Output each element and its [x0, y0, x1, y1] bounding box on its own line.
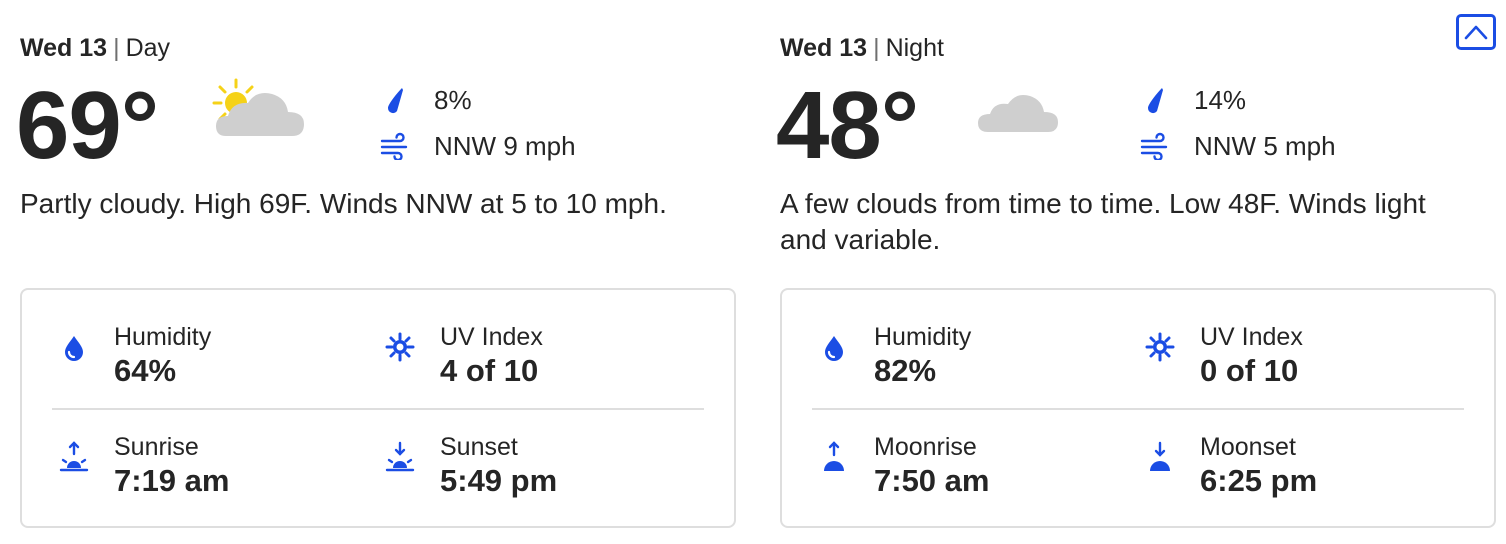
day-panel: Wed 13 | Day 69° 8% NNW 9 mph Partly clo…	[16, 0, 736, 544]
sunrise-icon	[59, 441, 89, 472]
humidity-item: Humidity 82%	[814, 318, 1114, 398]
temperature: 69°	[16, 72, 159, 179]
uv-index-item: UV Index 4 of 10	[380, 318, 680, 398]
uv-index-icon	[1145, 332, 1175, 362]
moonset-value: 6:25 pm	[1200, 463, 1318, 498]
raindrop-icon	[388, 88, 403, 113]
uv-index-item: UV Index 0 of 10	[1140, 318, 1440, 398]
humidity-icon	[825, 336, 843, 361]
humidity-value: 82%	[874, 353, 937, 388]
header-separator: |	[873, 34, 880, 62]
moonset-item: Moonset 6:25 pm	[1140, 428, 1440, 508]
period-label: Day	[125, 34, 171, 62]
forecast-narrative: A few clouds from time to time. Low 48F.…	[780, 188, 1426, 255]
uv-index-label: UV Index	[440, 323, 543, 351]
raindrop-icon	[1148, 88, 1163, 113]
moonrise-icon	[824, 441, 844, 471]
date-label: Wed 13	[780, 34, 868, 62]
moonrise-item: Moonrise 7:50 am	[814, 428, 1114, 508]
details-card: Humidity 82% UV Index 0 of 10 Moonrise 7…	[780, 288, 1496, 528]
day-header: Wed 13 | Day	[20, 32, 170, 64]
humidity-label: Humidity	[874, 323, 972, 351]
wind-value: NNW 5 mph	[1194, 131, 1336, 161]
daypart-details: Wed 13 | Day 69° 8% NNW 9 mph Partly clo…	[0, 0, 1506, 544]
moonset-label: Moonset	[1200, 433, 1296, 461]
uv-index-label: UV Index	[1200, 323, 1303, 351]
sunset-label: Sunset	[440, 433, 518, 461]
humidity-label: Humidity	[114, 323, 212, 351]
moonrise-value: 7:50 am	[874, 463, 990, 498]
details-divider	[812, 408, 1464, 410]
wind-icon	[380, 132, 408, 160]
partly-cloudy-night-icon	[978, 84, 1058, 141]
night-panel: Wed 13 | Night 48° 14% NNW 5 mph A few clo…	[776, 0, 1496, 544]
sunrise-item: Sunrise 7:19 am	[54, 428, 354, 508]
uv-index-value: 4 of 10	[440, 353, 539, 388]
sunset-item: Sunset 5:49 pm	[380, 428, 680, 508]
period-label: Night	[885, 34, 944, 62]
precip-value: 14%	[1194, 85, 1247, 115]
collapse-button[interactable]	[1456, 14, 1496, 50]
sunrise-value: 7:19 am	[114, 463, 230, 498]
partly-cloudy-day-icon	[212, 78, 304, 136]
chevron-up-icon	[1464, 25, 1488, 40]
moonset-icon	[1150, 441, 1170, 471]
header-separator: |	[113, 34, 120, 62]
date-label: Wed 13	[20, 34, 108, 62]
humidity-icon	[65, 336, 83, 361]
night-header: Wed 13 | Night	[780, 32, 944, 64]
temperature: 48°	[776, 72, 919, 179]
wind-value: NNW 9 mph	[434, 131, 576, 161]
humidity-value: 64%	[114, 353, 177, 388]
humidity-item: Humidity 64%	[54, 318, 354, 398]
uv-index-value: 0 of 10	[1200, 353, 1299, 388]
details-divider	[52, 408, 704, 410]
details-card: Humidity 64% UV Index 4 of 10 Sunrise 7:…	[20, 288, 736, 528]
precip-value: 8%	[434, 85, 472, 115]
forecast-narrative: Partly cloudy. High 69F. Winds NNW at 5 …	[20, 188, 667, 219]
moonrise-label: Moonrise	[874, 433, 977, 461]
wind-icon	[1140, 132, 1168, 160]
sunset-value: 5:49 pm	[440, 463, 558, 498]
uv-index-icon	[385, 332, 415, 362]
sunrise-label: Sunrise	[114, 433, 199, 461]
sunset-icon	[385, 441, 415, 472]
